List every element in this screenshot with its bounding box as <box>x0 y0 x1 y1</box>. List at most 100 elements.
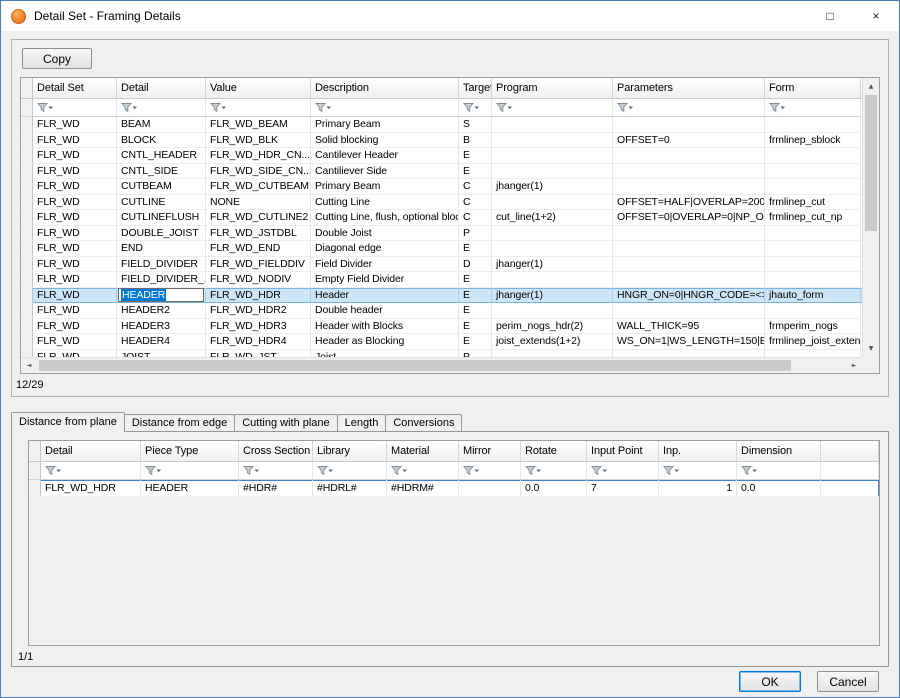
cell-program[interactable] <box>492 148 613 164</box>
table-row[interactable]: FLR_WDCNTL_HEADERFLR_WD_HDR_CN...Cantile… <box>21 148 862 164</box>
cell-form[interactable] <box>765 257 861 273</box>
column-header-cross-section[interactable]: Cross Section <box>239 441 313 462</box>
cell-parameters[interactable]: OFFSET=0|OVERLAP=0|NP_ON=... <box>613 210 765 226</box>
row-selector[interactable] <box>21 241 33 257</box>
cell-detail-set[interactable]: FLR_WD <box>33 210 117 226</box>
cell-value[interactable]: FLR_WD_HDR2 <box>206 303 311 319</box>
cell-form[interactable] <box>765 226 861 242</box>
filter-cell-cross-section[interactable] <box>239 462 313 480</box>
cell-description[interactable]: Header as Blocking <box>311 334 459 350</box>
cell-description[interactable]: Empty Field Divider <box>311 272 459 288</box>
row-selector[interactable] <box>21 334 33 350</box>
cell-description[interactable]: Cutting Line, flush, optional bloc... <box>311 210 459 226</box>
cell-parameters[interactable] <box>613 241 765 257</box>
cell-value[interactable]: FLR_WD_CUTLINE2 <box>206 210 311 226</box>
cell-detail[interactable]: HEADER2 <box>117 303 206 319</box>
scroll-right-icon[interactable]: ► <box>846 358 862 373</box>
cell-parameters[interactable] <box>613 164 765 180</box>
cell-form[interactable]: frmlinep_joist_extends <box>765 334 861 350</box>
cell-detail[interactable]: HEADER <box>117 288 206 304</box>
column-header-value[interactable]: Value <box>206 78 311 99</box>
tab-distance-from-edge[interactable]: Distance from edge <box>124 414 235 431</box>
cell-detail[interactable]: CNTL_HEADER <box>117 148 206 164</box>
filter-funnel-icon[interactable] <box>121 102 139 113</box>
cell-detail[interactable]: FIELD_DIVIDER_... <box>117 272 206 288</box>
table-row[interactable]: FLR_WDBLOCKFLR_WD_BLKSolid blockingBOFFS… <box>21 133 862 149</box>
cell-detail[interactable]: HEADER3 <box>117 319 206 335</box>
table-row[interactable]: FLR_WDHEADER4FLR_WD_HDR4Header as Blocki… <box>21 334 862 350</box>
filter-funnel-icon[interactable] <box>243 465 261 476</box>
cell-material[interactable]: #HDRM# <box>387 480 459 497</box>
cell-form[interactable]: jhauto_form <box>765 288 861 304</box>
column-header-library[interactable]: Library <box>313 441 387 462</box>
filter-funnel-icon[interactable] <box>617 102 635 113</box>
cell-detail-set[interactable]: FLR_WD <box>33 195 117 211</box>
cell-mirror[interactable] <box>459 480 521 497</box>
filter-cell-material[interactable] <box>387 462 459 480</box>
row-selector[interactable] <box>21 148 33 164</box>
cell-detail-set[interactable]: FLR_WD <box>33 272 117 288</box>
filter-cell-input-point[interactable] <box>587 462 659 480</box>
cell-description[interactable]: Cantilever Header <box>311 148 459 164</box>
cell-detail-set[interactable]: FLR_WD <box>33 226 117 242</box>
cell-target[interactable]: P <box>459 350 492 358</box>
cell-form[interactable] <box>765 303 861 319</box>
cell-target[interactable]: E <box>459 241 492 257</box>
cell-detail-set[interactable]: FLR_WD <box>33 179 117 195</box>
row-selector[interactable] <box>21 350 33 358</box>
cell-target[interactable]: E <box>459 334 492 350</box>
cell-program[interactable]: cut_line(1+2) <box>492 210 613 226</box>
filter-funnel-icon[interactable] <box>45 465 63 476</box>
cell-description[interactable]: Double Joist <box>311 226 459 242</box>
cell-dimension[interactable]: 0.0 <box>737 480 821 497</box>
tab-length[interactable]: Length <box>337 414 387 431</box>
cell-program[interactable] <box>492 164 613 180</box>
cell-description[interactable]: Double header <box>311 303 459 319</box>
table-row[interactable]: FLR_WDHEADER2FLR_WD_HDR2Double headerE <box>21 303 862 319</box>
row-selector[interactable] <box>21 272 33 288</box>
filter-funnel-icon[interactable] <box>525 465 543 476</box>
ok-button[interactable]: OK <box>739 671 801 692</box>
scrollbar-thumb[interactable] <box>865 95 877 231</box>
table-row[interactable]: FLR_WDCUTLINENONECutting LineCOFFSET=HAL… <box>21 195 862 211</box>
row-selector[interactable] <box>21 117 33 133</box>
cell-target[interactable]: E <box>459 319 492 335</box>
cell-description[interactable]: Primary Beam <box>311 117 459 133</box>
cell-form[interactable] <box>765 179 861 195</box>
cell-target[interactable]: E <box>459 148 492 164</box>
row-selector[interactable] <box>21 133 33 149</box>
maximize-button[interactable]: □ <box>807 1 853 31</box>
cell-detail-set[interactable]: FLR_WD <box>33 164 117 180</box>
cell-detail-set[interactable]: FLR_WD <box>33 257 117 273</box>
filter-funnel-icon[interactable] <box>145 465 163 476</box>
filter-funnel-icon[interactable] <box>463 102 481 113</box>
scrollbar-track[interactable] <box>37 358 846 373</box>
filter-funnel-icon[interactable] <box>463 465 481 476</box>
column-header-dimension[interactable]: Dimension <box>737 441 821 462</box>
filter-cell-target[interactable] <box>459 99 492 117</box>
cell-inp[interactable]: 1 <box>659 480 737 497</box>
cell-target[interactable]: E <box>459 288 492 304</box>
cell-value[interactable]: FLR_WD_CUTBEAM <box>206 179 311 195</box>
cell-library[interactable]: #HDRL# <box>313 480 387 497</box>
scrollbar-track[interactable] <box>863 95 879 340</box>
cell-value[interactable]: FLR_WD_FIELDDIV <box>206 257 311 273</box>
row-selector[interactable] <box>21 257 33 273</box>
cell-description[interactable]: Solid blocking <box>311 133 459 149</box>
cell-parameters[interactable] <box>613 303 765 319</box>
cell-detail[interactable]: JOIST <box>117 350 206 358</box>
cell-parameters[interactable] <box>613 117 765 133</box>
cell-description[interactable]: Joist <box>311 350 459 358</box>
cell-target[interactable]: P <box>459 226 492 242</box>
scroll-up-icon[interactable]: ▲ <box>863 78 879 95</box>
filter-cell-piece-type[interactable] <box>141 462 239 480</box>
row-selector[interactable] <box>21 288 33 304</box>
filter-cell-library[interactable] <box>313 462 387 480</box>
table-row[interactable]: FLR_WDDOUBLE_JOISTFLR_WD_JSTDBLDouble Jo… <box>21 226 862 242</box>
column-header-detail-set[interactable]: Detail Set <box>33 78 117 99</box>
cell-detail-set[interactable]: FLR_WD <box>33 148 117 164</box>
scroll-left-icon[interactable]: ◄ <box>21 358 37 373</box>
cell-target[interactable]: D <box>459 257 492 273</box>
cell-detail-set[interactable]: FLR_WD <box>33 133 117 149</box>
cell-value[interactable]: FLR_WD_NODIV <box>206 272 311 288</box>
